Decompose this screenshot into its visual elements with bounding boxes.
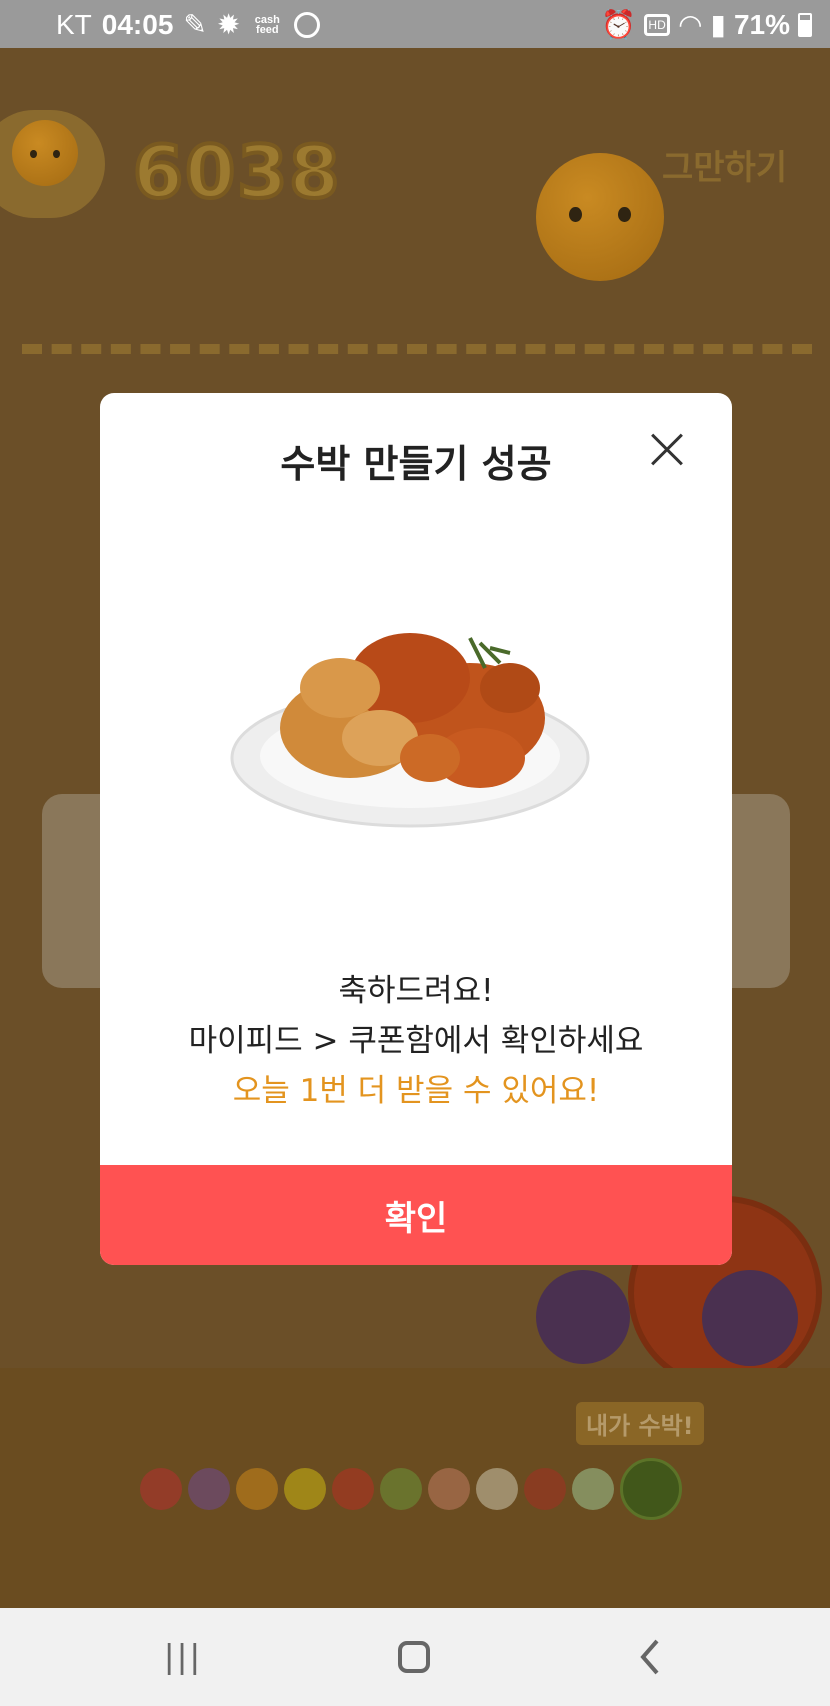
- grape-fruit: [536, 1270, 630, 1364]
- carrier-label: KT: [56, 8, 92, 40]
- clock: 04:05: [101, 8, 174, 40]
- drop-line: [22, 344, 812, 354]
- battery-icon: [798, 12, 812, 37]
- confirm-button[interactable]: 확인: [100, 1165, 732, 1265]
- back-button[interactable]: [620, 1632, 680, 1682]
- next-fruit-icon: [536, 153, 664, 281]
- fruit-evolution-row: [140, 1458, 682, 1520]
- fruit-watermelon-icon: [620, 1458, 682, 1520]
- cash-feed-icon: cash feed: [254, 13, 280, 36]
- recents-icon: |||: [164, 1637, 204, 1676]
- fruit-tomato-icon: [332, 1468, 374, 1510]
- remaining-chance-text: 오늘 1번 더 받을 수 있어요!: [232, 1073, 600, 1109]
- hd-icon: HD: [644, 13, 671, 36]
- quit-button[interactable]: 그만하기: [662, 140, 787, 189]
- grape-fruit: [702, 1270, 798, 1366]
- alarm-icon: ⏰: [601, 9, 637, 40]
- coupon-guide-text: 마이피드 > 쿠폰함에서 확인하세요: [188, 1023, 644, 1059]
- status-right: ⏰ HD ◠ ▮ 71%: [601, 8, 812, 41]
- fruit-pomegranate-icon: [524, 1468, 566, 1510]
- navigation-bar: |||: [0, 1608, 830, 1706]
- status-bar: KT 04:05 ✎ ✹ cash feed ⏰ HD ◠ ▮ 71%: [0, 0, 830, 48]
- fruit-peach-icon: [428, 1468, 470, 1510]
- settings-gear-icon: ✹: [216, 9, 241, 40]
- score-display: 6038: [131, 128, 342, 216]
- congrats-text: 축하드려요!: [338, 973, 494, 1009]
- app-notification-icon: [294, 11, 321, 38]
- pencil-icon: ✎: [183, 9, 207, 40]
- modal-title: 수박 만들기 성공: [280, 442, 552, 486]
- status-left: KT 04:05 ✎ ✹ cash feed: [56, 8, 321, 41]
- success-modal: 수박 만들기 성공 축하드려요! 마이피드 > 쿠폰함에서 확인하세요 오늘 1…: [100, 393, 732, 1265]
- battery-percent: 71%: [733, 8, 790, 40]
- fruit-kiwi-icon: [380, 1468, 422, 1510]
- recents-button[interactable]: |||: [154, 1632, 214, 1682]
- fried-chicken-image: [230, 633, 590, 828]
- close-icon[interactable]: [648, 431, 686, 469]
- home-icon: [398, 1641, 430, 1673]
- my-watermelon-badge: 내가 수박!: [576, 1402, 704, 1445]
- fruit-orange-icon: [236, 1468, 278, 1510]
- home-button[interactable]: [384, 1632, 444, 1682]
- wifi-icon: ◠: [678, 9, 703, 40]
- fruit-coconut-icon: [476, 1468, 518, 1510]
- signal-icon: ▮: [710, 9, 726, 40]
- current-fruit-icon: [12, 120, 78, 186]
- fruit-melon-icon: [572, 1468, 614, 1510]
- fruit-grape-icon: [188, 1468, 230, 1510]
- fruit-lemon-icon: [284, 1468, 326, 1510]
- back-chevron-icon: [640, 1639, 659, 1675]
- fruit-cherry-icon: [140, 1468, 182, 1510]
